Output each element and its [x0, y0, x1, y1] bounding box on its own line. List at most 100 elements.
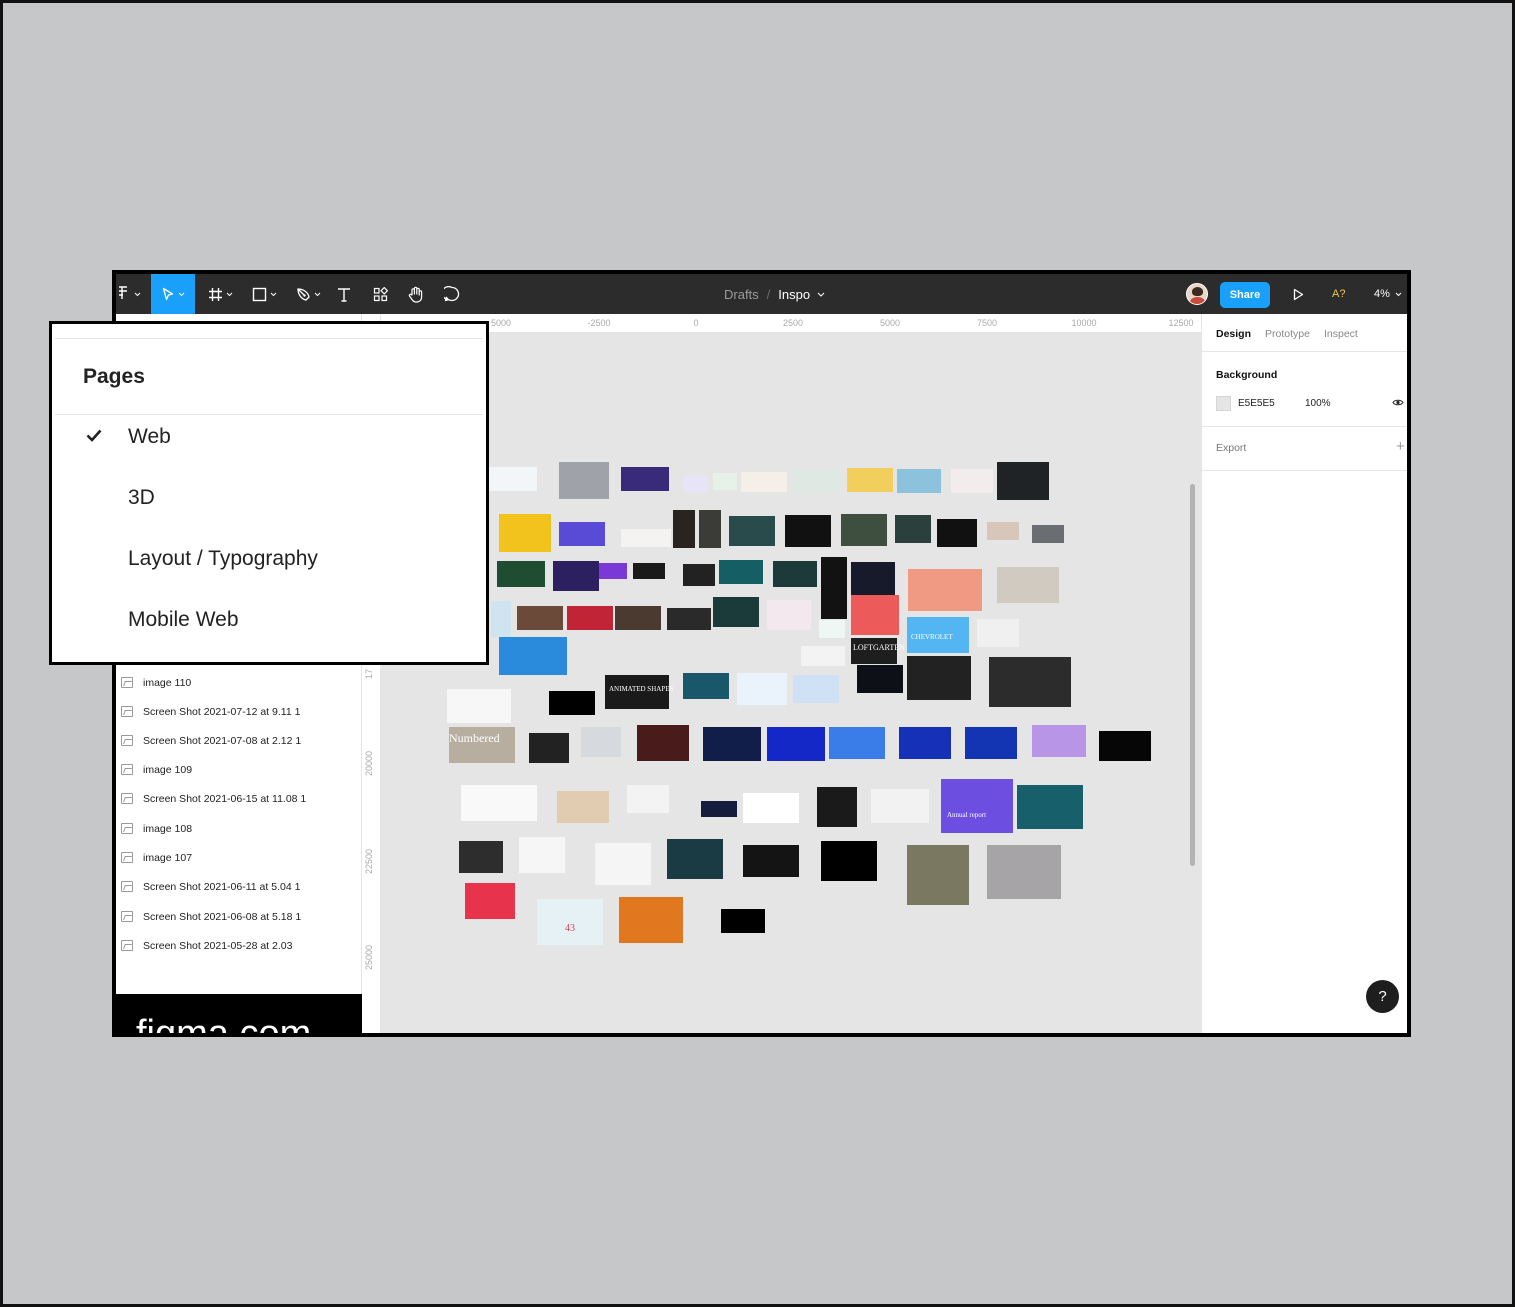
canvas-thumbnail[interactable]: [713, 473, 737, 490]
canvas-thumbnail[interactable]: [627, 785, 669, 813]
tab-design[interactable]: Design: [1216, 328, 1251, 340]
canvas-thumbnail[interactable]: [817, 787, 857, 827]
canvas-thumbnail[interactable]: [683, 673, 729, 699]
chevron-down-icon[interactable]: [817, 292, 825, 297]
canvas-thumbnail[interactable]: [829, 727, 885, 759]
canvas-thumbnail[interactable]: [713, 597, 759, 627]
layer-item[interactable]: Screen Shot 2021-07-12 at 9.11 1: [116, 697, 361, 726]
canvas-thumbnail[interactable]: [793, 469, 839, 492]
canvas-thumbnail[interactable]: [621, 467, 669, 491]
canvas-thumbnail[interactable]: [637, 725, 689, 761]
canvas-thumbnail[interactable]: [997, 462, 1049, 500]
canvas-thumbnail[interactable]: [489, 467, 537, 491]
canvas-thumbnail[interactable]: [683, 475, 707, 492]
canvas-thumbnail[interactable]: [673, 510, 695, 548]
canvas-thumbnail[interactable]: [793, 675, 839, 703]
page-item-mobile-web[interactable]: Mobile Web: [128, 608, 239, 632]
canvas-thumbnail[interactable]: [987, 845, 1061, 899]
canvas-thumbnail[interactable]: [549, 691, 595, 715]
user-avatar[interactable]: [1186, 283, 1208, 305]
page-item-3d[interactable]: 3D: [128, 486, 155, 510]
layer-item[interactable]: Screen Shot 2021-05-28 at 2.03: [116, 931, 361, 960]
canvas-thumbnail[interactable]: [491, 601, 511, 637]
file-name-button[interactable]: Inspo: [778, 287, 810, 302]
zoom-dropdown[interactable]: 4%: [1374, 274, 1402, 314]
tab-inspect[interactable]: Inspect: [1324, 328, 1358, 340]
background-hex-input[interactable]: E5E5E5: [1238, 398, 1275, 409]
canvas-thumbnail[interactable]: [937, 519, 977, 547]
canvas-thumbnail[interactable]: [499, 637, 567, 675]
canvas-thumbnail[interactable]: [553, 561, 599, 591]
layer-item[interactable]: image 107: [116, 843, 361, 872]
layer-item[interactable]: image 108: [116, 814, 361, 843]
canvas-thumbnail[interactable]: [907, 845, 969, 905]
canvas-thumbnail[interactable]: [895, 515, 931, 543]
canvas-thumbnail[interactable]: [951, 469, 993, 493]
canvas-thumbnail[interactable]: [729, 516, 775, 546]
canvas-thumbnail[interactable]: [615, 606, 661, 630]
tab-prototype[interactable]: Prototype: [1265, 328, 1310, 340]
canvas-thumbnail[interactable]: [767, 600, 811, 630]
canvas-thumbnail[interactable]: [567, 606, 613, 630]
canvas-thumbnail[interactable]: [465, 883, 515, 919]
background-opacity-input[interactable]: 100%: [1305, 398, 1331, 409]
canvas-thumbnail[interactable]: [559, 462, 609, 499]
pen-tool-button[interactable]: [288, 274, 328, 314]
canvas-thumbnail[interactable]: [841, 514, 887, 546]
canvas-thumbnail[interactable]: [767, 727, 825, 761]
canvas-thumbnail[interactable]: [899, 727, 951, 759]
canvas-thumbnail[interactable]: [559, 522, 605, 546]
canvas-thumbnail[interactable]: [785, 515, 831, 547]
canvas-thumbnail[interactable]: [965, 727, 1017, 759]
canvas-thumbnail[interactable]: [987, 522, 1019, 540]
background-color-swatch[interactable]: [1216, 396, 1231, 411]
canvas-thumbnail[interactable]: [517, 606, 563, 630]
share-button[interactable]: Share: [1220, 282, 1270, 308]
canvas-thumbnail[interactable]: [1099, 731, 1151, 761]
canvas-thumbnail[interactable]: [821, 557, 847, 619]
canvas-thumbnail[interactable]: [743, 845, 799, 877]
canvas-thumbnail[interactable]: [581, 727, 621, 757]
canvas-thumbnail[interactable]: [497, 561, 545, 587]
canvas-thumbnail[interactable]: [683, 564, 715, 586]
canvas-thumbnail[interactable]: [977, 619, 1019, 647]
design-canvas[interactable]: Numbered ANIMATED SHAPES LOFTGARTEN CHEVROL…: [381, 333, 1201, 1033]
text-tool-button[interactable]: [332, 274, 356, 314]
breadcrumb-drafts-link[interactable]: Drafts: [724, 287, 759, 302]
canvas-thumbnail[interactable]: [633, 563, 665, 579]
canvas-thumbnail[interactable]: [851, 595, 899, 635]
canvas-vertical-scrollbar[interactable]: [1190, 484, 1195, 866]
layer-item[interactable]: Screen Shot 2021-06-11 at 5.04 1: [116, 872, 361, 901]
canvas-thumbnail[interactable]: [907, 656, 971, 700]
comment-tool-button[interactable]: [440, 274, 464, 314]
layer-item[interactable]: image 110: [116, 668, 361, 697]
page-item-web[interactable]: Web: [128, 425, 171, 449]
layer-item[interactable]: Screen Shot 2021-06-15 at 11.08 1: [116, 784, 361, 813]
canvas-thumbnail[interactable]: [461, 785, 537, 821]
add-export-button[interactable]: +: [1396, 438, 1405, 455]
multiplayer-button[interactable]: A?: [1332, 274, 1345, 314]
canvas-thumbnail[interactable]: [741, 472, 787, 492]
canvas-thumbnail[interactable]: [941, 779, 1013, 833]
canvas-thumbnail[interactable]: [519, 837, 565, 873]
canvas-thumbnail[interactable]: [857, 665, 903, 693]
canvas-thumbnail[interactable]: [621, 529, 671, 547]
move-tool-button[interactable]: [151, 274, 195, 314]
canvas-thumbnail[interactable]: [737, 673, 787, 705]
canvas-thumbnail[interactable]: [721, 909, 765, 933]
layer-item[interactable]: image 109: [116, 755, 361, 784]
canvas-thumbnail[interactable]: [459, 841, 503, 873]
resources-tool-button[interactable]: [368, 274, 392, 314]
page-item-layout-typography[interactable]: Layout / Typography: [128, 547, 318, 571]
frame-tool-button[interactable]: [200, 274, 240, 314]
canvas-thumbnail[interactable]: [773, 561, 817, 587]
canvas-thumbnail[interactable]: [821, 841, 877, 881]
canvas-thumbnail[interactable]: [699, 510, 721, 548]
canvas-thumbnail[interactable]: [667, 839, 723, 879]
canvas-thumbnail[interactable]: [619, 897, 683, 943]
canvas-thumbnail[interactable]: [719, 560, 763, 584]
canvas-thumbnail[interactable]: [989, 657, 1071, 707]
main-menu-button[interactable]: [116, 274, 144, 314]
canvas-thumbnail[interactable]: [801, 646, 845, 666]
canvas-thumbnail[interactable]: [499, 514, 551, 552]
